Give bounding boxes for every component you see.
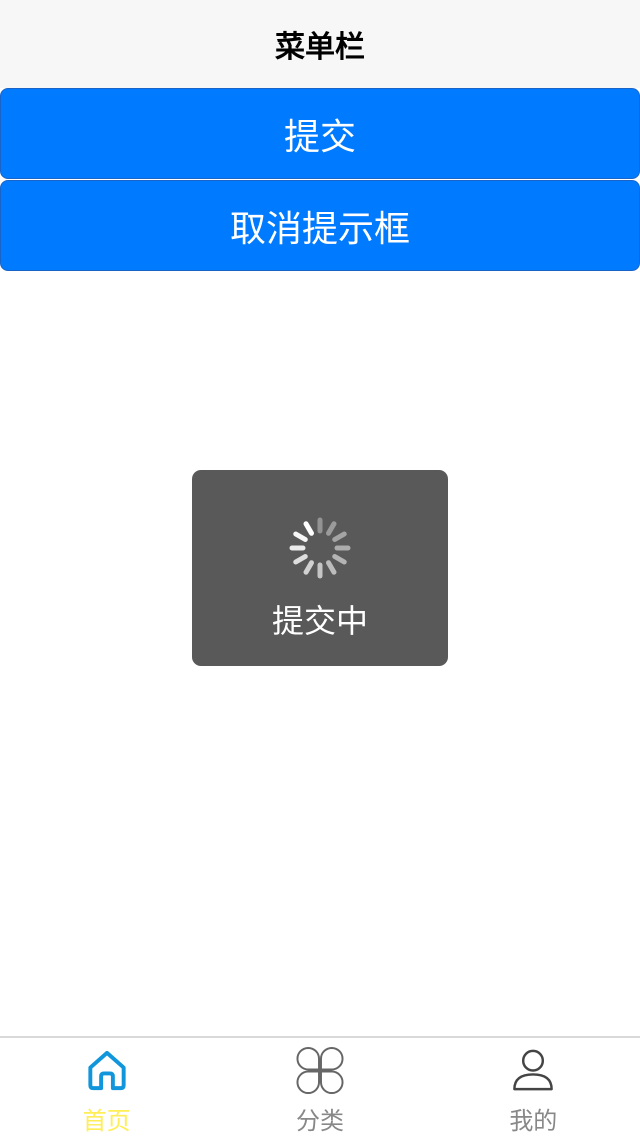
tab-profile-label: 我的 [509, 1107, 558, 1135]
nav-bar: 菜单栏 [0, 0, 640, 88]
cancel-toast-button[interactable]: 取消提示框 [0, 180, 640, 271]
tab-category-label: 分类 [295, 1107, 344, 1135]
loading-toast: 提交中 [192, 470, 448, 666]
tab-home[interactable]: 首页 [0, 1038, 213, 1136]
home-icon [88, 1050, 126, 1091]
category-icon [296, 1047, 344, 1094]
tab-bar: 首页 分类 我的 [0, 1036, 640, 1136]
toast-text: 提交中 [271, 602, 368, 640]
loading-spinner-icon [289, 517, 351, 579]
page-title: 菜单栏 [275, 30, 365, 65]
submit-button[interactable]: 提交 [0, 88, 640, 179]
tab-home-label: 首页 [82, 1107, 131, 1135]
tab-category[interactable]: 分类 [213, 1038, 426, 1136]
user-icon [513, 1049, 554, 1091]
tab-profile[interactable]: 我的 [427, 1038, 640, 1136]
